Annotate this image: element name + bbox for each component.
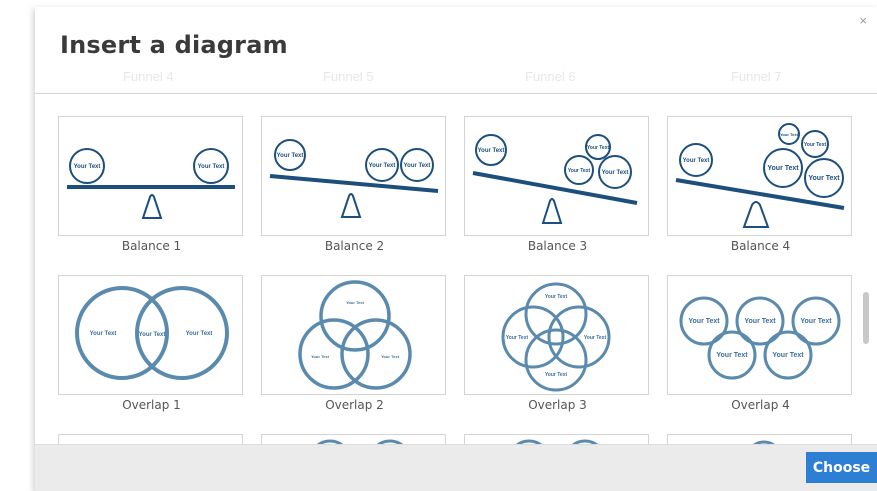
diagram-thumb-overlap-2[interactable]: Your Text Your Text Your Text	[261, 275, 446, 395]
diagram-thumb-balance-4[interactable]: Your Text Your Text Your Text Your Text …	[667, 116, 852, 236]
your-text-label: Your Text	[800, 318, 832, 325]
diagram-thumb-partial[interactable]	[464, 434, 649, 444]
insert-diagram-dialog: Funnel 4 Funnel 5 Funnel 6 Funnel 7 Inse…	[35, 7, 877, 491]
gallery-scrollbar[interactable]	[863, 292, 869, 344]
balance-2-preview: Your Text Your Text Your Text	[269, 139, 439, 218]
your-text-label: Your Text	[545, 294, 568, 300]
your-text-label: Your Text	[772, 352, 804, 359]
your-text-label: Your Text	[767, 165, 799, 172]
your-text-label: Your Text	[90, 331, 117, 337]
ghost-label: Funnel 6	[525, 69, 576, 84]
diagram-thumb-balance-1[interactable]: Your Text Your Text	[58, 116, 243, 236]
ghost-label: Funnel 7	[731, 69, 782, 84]
balance-1-preview: Your Text Your Text	[67, 148, 235, 219]
your-text-label: Your Text	[584, 335, 607, 341]
balance-3-preview: Your Text Your Text Your Text Your Text	[472, 134, 638, 224]
diagram-thumb-partial[interactable]	[667, 434, 852, 444]
partial-preview	[515, 439, 599, 444]
diagram-label: Balance 1	[121, 239, 182, 253]
overlap-3-preview: Your Text Your Text Your Text Your Text	[501, 282, 611, 392]
dialog-title: Insert a diagram	[60, 31, 288, 59]
balance-4-preview: Your Text Your Text Your Text Your Text …	[675, 123, 845, 228]
diagram-label: Overlap 1	[122, 398, 181, 412]
diagram-thumb-overlap-4[interactable]: Your Text Your Text Your Text Your Text …	[667, 275, 852, 395]
partial-preview	[753, 440, 775, 444]
diagram-thumb-partial[interactable]	[58, 434, 243, 444]
dialog-header: Funnel 4 Funnel 5 Funnel 6 Funnel 7 Inse…	[35, 7, 877, 94]
partial-preview	[316, 439, 404, 444]
your-text-label: Your Text	[381, 354, 400, 359]
diagram-label: Balance 2	[324, 239, 385, 253]
your-text-label: Your Text	[683, 158, 710, 164]
your-text-label: Your Text	[602, 170, 629, 176]
choose-button[interactable]: Choose	[806, 452, 877, 483]
your-text-label: Your Text	[478, 148, 505, 154]
ghost-label: Funnel 5	[323, 69, 374, 84]
your-text-label: Your Text	[780, 132, 799, 137]
your-text-label: Your Text	[506, 335, 529, 341]
diagram-thumb-partial[interactable]	[261, 434, 446, 444]
your-text-label: Your Text	[311, 354, 330, 359]
diagram-thumb-balance-2[interactable]: Your Text Your Text Your Text	[261, 116, 446, 236]
your-text-label: Your Text	[587, 145, 610, 151]
your-text-label: Your Text	[186, 331, 213, 337]
diagram-label: Balance 3	[527, 239, 588, 253]
overlap-4-preview: Your Text Your Text Your Text Your Text …	[679, 296, 841, 380]
your-text-label: Your Text	[369, 163, 396, 169]
your-text-label: Your Text	[198, 164, 225, 170]
dialog-footer	[35, 444, 877, 491]
diagram-label: Overlap 4	[731, 398, 790, 412]
your-text-label: Your Text	[545, 372, 568, 378]
your-text-label: Your Text	[74, 164, 101, 170]
your-text-label: Your Text	[277, 153, 304, 159]
your-text-label: Your Text	[404, 163, 431, 169]
your-text-label: Your Text	[688, 318, 720, 325]
diagram-label: Overlap 2	[325, 398, 384, 412]
your-text-label: Your Text	[346, 300, 365, 305]
diagram-label: Overlap 3	[528, 398, 587, 412]
diagram-thumb-balance-3[interactable]: Your Text Your Text Your Text Your Text	[464, 116, 649, 236]
ghost-label: Funnel 4	[123, 69, 174, 84]
diagram-gallery: Your Text Your Text Balance 1 Your Text …	[35, 94, 877, 444]
your-text-label: Your Text	[568, 168, 591, 174]
diagram-thumb-overlap-1[interactable]: Your Text Your Text Your Text	[58, 275, 243, 395]
your-text-label: Your Text	[808, 175, 840, 182]
your-text-label: Your Text	[139, 332, 166, 338]
close-icon[interactable]: ×	[859, 13, 867, 28]
overlap-1-preview: Your Text Your Text Your Text	[75, 286, 229, 380]
your-text-label: Your Text	[804, 142, 827, 148]
diagram-thumb-overlap-3[interactable]: Your Text Your Text Your Text Your Text	[464, 275, 649, 395]
overlap-2-preview: Your Text Your Text Your Text	[298, 280, 412, 390]
your-text-label: Your Text	[744, 318, 776, 325]
your-text-label: Your Text	[716, 352, 748, 359]
diagram-label: Balance 4	[730, 239, 791, 253]
